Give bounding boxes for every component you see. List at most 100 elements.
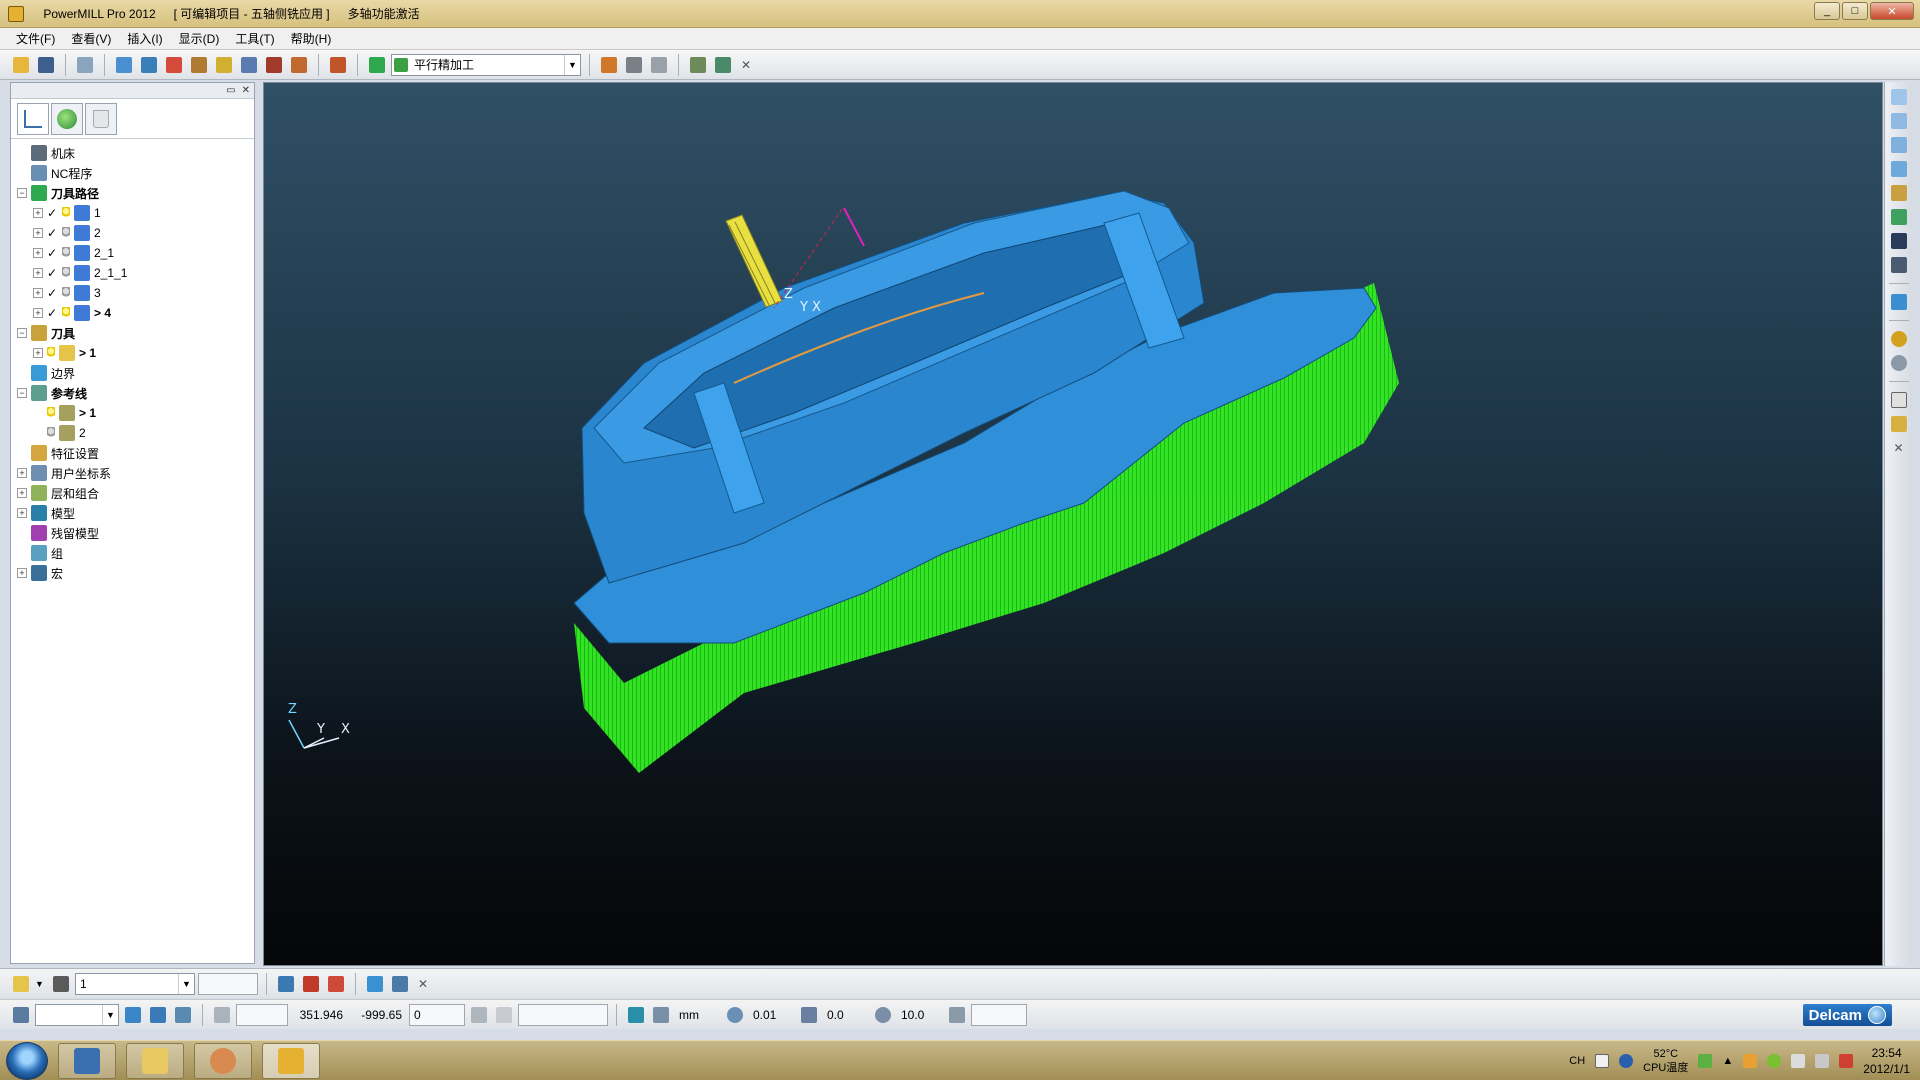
workplane-align-icon[interactable]	[147, 1004, 169, 1026]
close-button[interactable]: ✕	[1870, 2, 1914, 20]
lightbulb-icon[interactable]	[62, 287, 70, 299]
nc-program-icon[interactable]	[327, 54, 349, 76]
ime-indicator[interactable]: CH	[1569, 1055, 1585, 1067]
tree-item[interactable]: + 宏	[11, 563, 254, 583]
lightbulb-icon[interactable]	[62, 267, 70, 279]
start-button[interactable]	[6, 1041, 48, 1080]
tree-item[interactable]: + 模型	[11, 503, 254, 523]
checkmark-icon[interactable]: ✓	[47, 267, 59, 279]
resize-to-fit-icon[interactable]	[1888, 230, 1910, 252]
pattern-edit-icon[interactable]	[364, 973, 386, 995]
checkmark-icon[interactable]: ✓	[47, 307, 59, 319]
zoom-box-icon[interactable]	[1888, 254, 1910, 276]
sync-icon[interactable]	[1767, 1054, 1782, 1068]
action-center-flag-icon[interactable]	[1839, 1054, 1854, 1068]
zoom-icon[interactable]	[1888, 182, 1910, 204]
chevron-down-icon[interactable]: ▼	[102, 1004, 118, 1025]
taskbar-explorer-button[interactable]	[58, 1042, 116, 1079]
tool-database-icon[interactable]	[50, 973, 72, 995]
strategy-combo[interactable]: 平行精加工 ▼	[391, 53, 581, 76]
tree-expander-icon[interactable]: +	[33, 288, 43, 298]
tree-item[interactable]: 2	[11, 423, 254, 443]
verify-icon[interactable]	[687, 54, 709, 76]
tool-axis-icon[interactable]	[263, 54, 285, 76]
menu-file[interactable]: 文件(F)	[8, 30, 63, 47]
end-point-icon[interactable]	[213, 54, 235, 76]
battery-icon[interactable]	[1698, 1054, 1713, 1068]
tree-item[interactable]: + 层和组合	[11, 483, 254, 503]
network-icon[interactable]	[1815, 1054, 1830, 1068]
tree-item[interactable]: + 用户坐标系	[11, 463, 254, 483]
tree-expander-icon[interactable]: +	[17, 488, 27, 498]
minimize-button[interactable]: _	[1814, 2, 1840, 20]
app-tray-icon[interactable]	[1743, 1054, 1758, 1068]
tree-item[interactable]: 机床	[11, 143, 254, 163]
view-iso1-icon[interactable]	[1888, 86, 1910, 108]
chevron-down-icon[interactable]: ▼	[178, 973, 194, 994]
toolbar-close-icon[interactable]: ✕	[737, 58, 755, 72]
chevron-down-icon[interactable]: ▼	[564, 54, 580, 75]
toolpath-strategies-icon[interactable]	[288, 54, 310, 76]
select-pointer-icon[interactable]	[1888, 389, 1910, 411]
view-iso4-icon[interactable]	[1888, 158, 1910, 180]
tab-explorer-tree[interactable]	[17, 102, 49, 135]
tree-item[interactable]: + ✓ 2_1_1	[11, 263, 254, 283]
select-key-icon[interactable]	[1888, 413, 1910, 435]
taskbar-powermill-button[interactable]	[262, 1042, 320, 1079]
tab-html-browser[interactable]	[51, 102, 83, 135]
checkmark-icon[interactable]: ✓	[47, 227, 59, 239]
grid-icon[interactable]	[211, 1004, 233, 1026]
graphics-viewport[interactable]: Z Y X Z Y X	[263, 82, 1883, 966]
tree-item[interactable]: + ✓ 1	[11, 203, 254, 223]
shading-icon[interactable]	[1888, 291, 1910, 313]
taskbar-folder-button[interactable]	[126, 1042, 184, 1079]
tree-item[interactable]: 残留模型	[11, 523, 254, 543]
menu-help[interactable]: 帮助(H)	[283, 30, 340, 47]
save-project-icon[interactable]	[35, 54, 57, 76]
tree-expander-icon[interactable]: +	[33, 208, 43, 218]
boundary-edit-icon[interactable]	[300, 973, 322, 995]
workplane-edit-icon[interactable]	[172, 1004, 194, 1026]
lightbulb-icon[interactable]	[62, 307, 70, 319]
tree-item[interactable]: + ✓ 2	[11, 223, 254, 243]
lightbulb-icon[interactable]	[62, 247, 70, 259]
tree-item[interactable]: + > 1	[11, 343, 254, 363]
snap-icon[interactable]	[493, 1004, 515, 1026]
tree-item[interactable]: + ✓ > 4	[11, 303, 254, 323]
lightbulb-icon[interactable]	[47, 347, 55, 359]
taskbar-paint-button[interactable]	[194, 1042, 252, 1079]
tab-recycle-bin[interactable]	[85, 102, 117, 135]
boundary-create-icon[interactable]	[275, 973, 297, 995]
tree-expander-icon[interactable]: −	[17, 328, 27, 338]
tree-item[interactable]: > 1	[11, 403, 254, 423]
checkmark-icon[interactable]: ✓	[47, 207, 59, 219]
menu-display[interactable]: 显示(D)	[171, 30, 228, 47]
open-project-icon[interactable]	[10, 54, 32, 76]
create-tool-icon[interactable]	[10, 973, 32, 995]
tree-expander-icon[interactable]: +	[17, 568, 27, 578]
help-icon[interactable]	[1619, 1054, 1634, 1068]
taskbar-clock[interactable]: 23:54 2012/1/1	[1863, 1045, 1910, 1077]
tree-expander-icon[interactable]: +	[33, 268, 43, 278]
lightbulb-icon[interactable]	[47, 427, 55, 439]
tool-toolbar-close-icon[interactable]: ✕	[414, 977, 432, 991]
menu-view[interactable]: 查看(V)	[63, 30, 119, 47]
measure-icon[interactable]	[648, 54, 670, 76]
lightbulb-icon[interactable]	[62, 227, 70, 239]
view-toolbar-close-icon[interactable]: ✕	[1888, 437, 1910, 459]
cpu-temperature[interactable]: 52°C CPU温度	[1643, 1047, 1688, 1075]
tree-item[interactable]: 边界	[11, 363, 254, 383]
tree-item[interactable]: − 参考线	[11, 383, 254, 403]
lightbulb-icon[interactable]	[62, 207, 70, 219]
menu-tools[interactable]: 工具(T)	[227, 30, 282, 47]
print-icon[interactable]	[74, 54, 96, 76]
rapid-move-icon[interactable]	[138, 54, 160, 76]
lightbulb-icon[interactable]	[47, 407, 55, 419]
tree-expander-icon[interactable]: +	[17, 508, 27, 518]
tree-expander-icon[interactable]: +	[33, 308, 43, 318]
view-iso3-icon[interactable]	[1888, 134, 1910, 156]
start-point-icon[interactable]	[188, 54, 210, 76]
tree-expander-icon[interactable]: +	[17, 468, 27, 478]
toolpath-strategy-icon[interactable]	[366, 54, 388, 76]
simulation-icon[interactable]	[598, 54, 620, 76]
